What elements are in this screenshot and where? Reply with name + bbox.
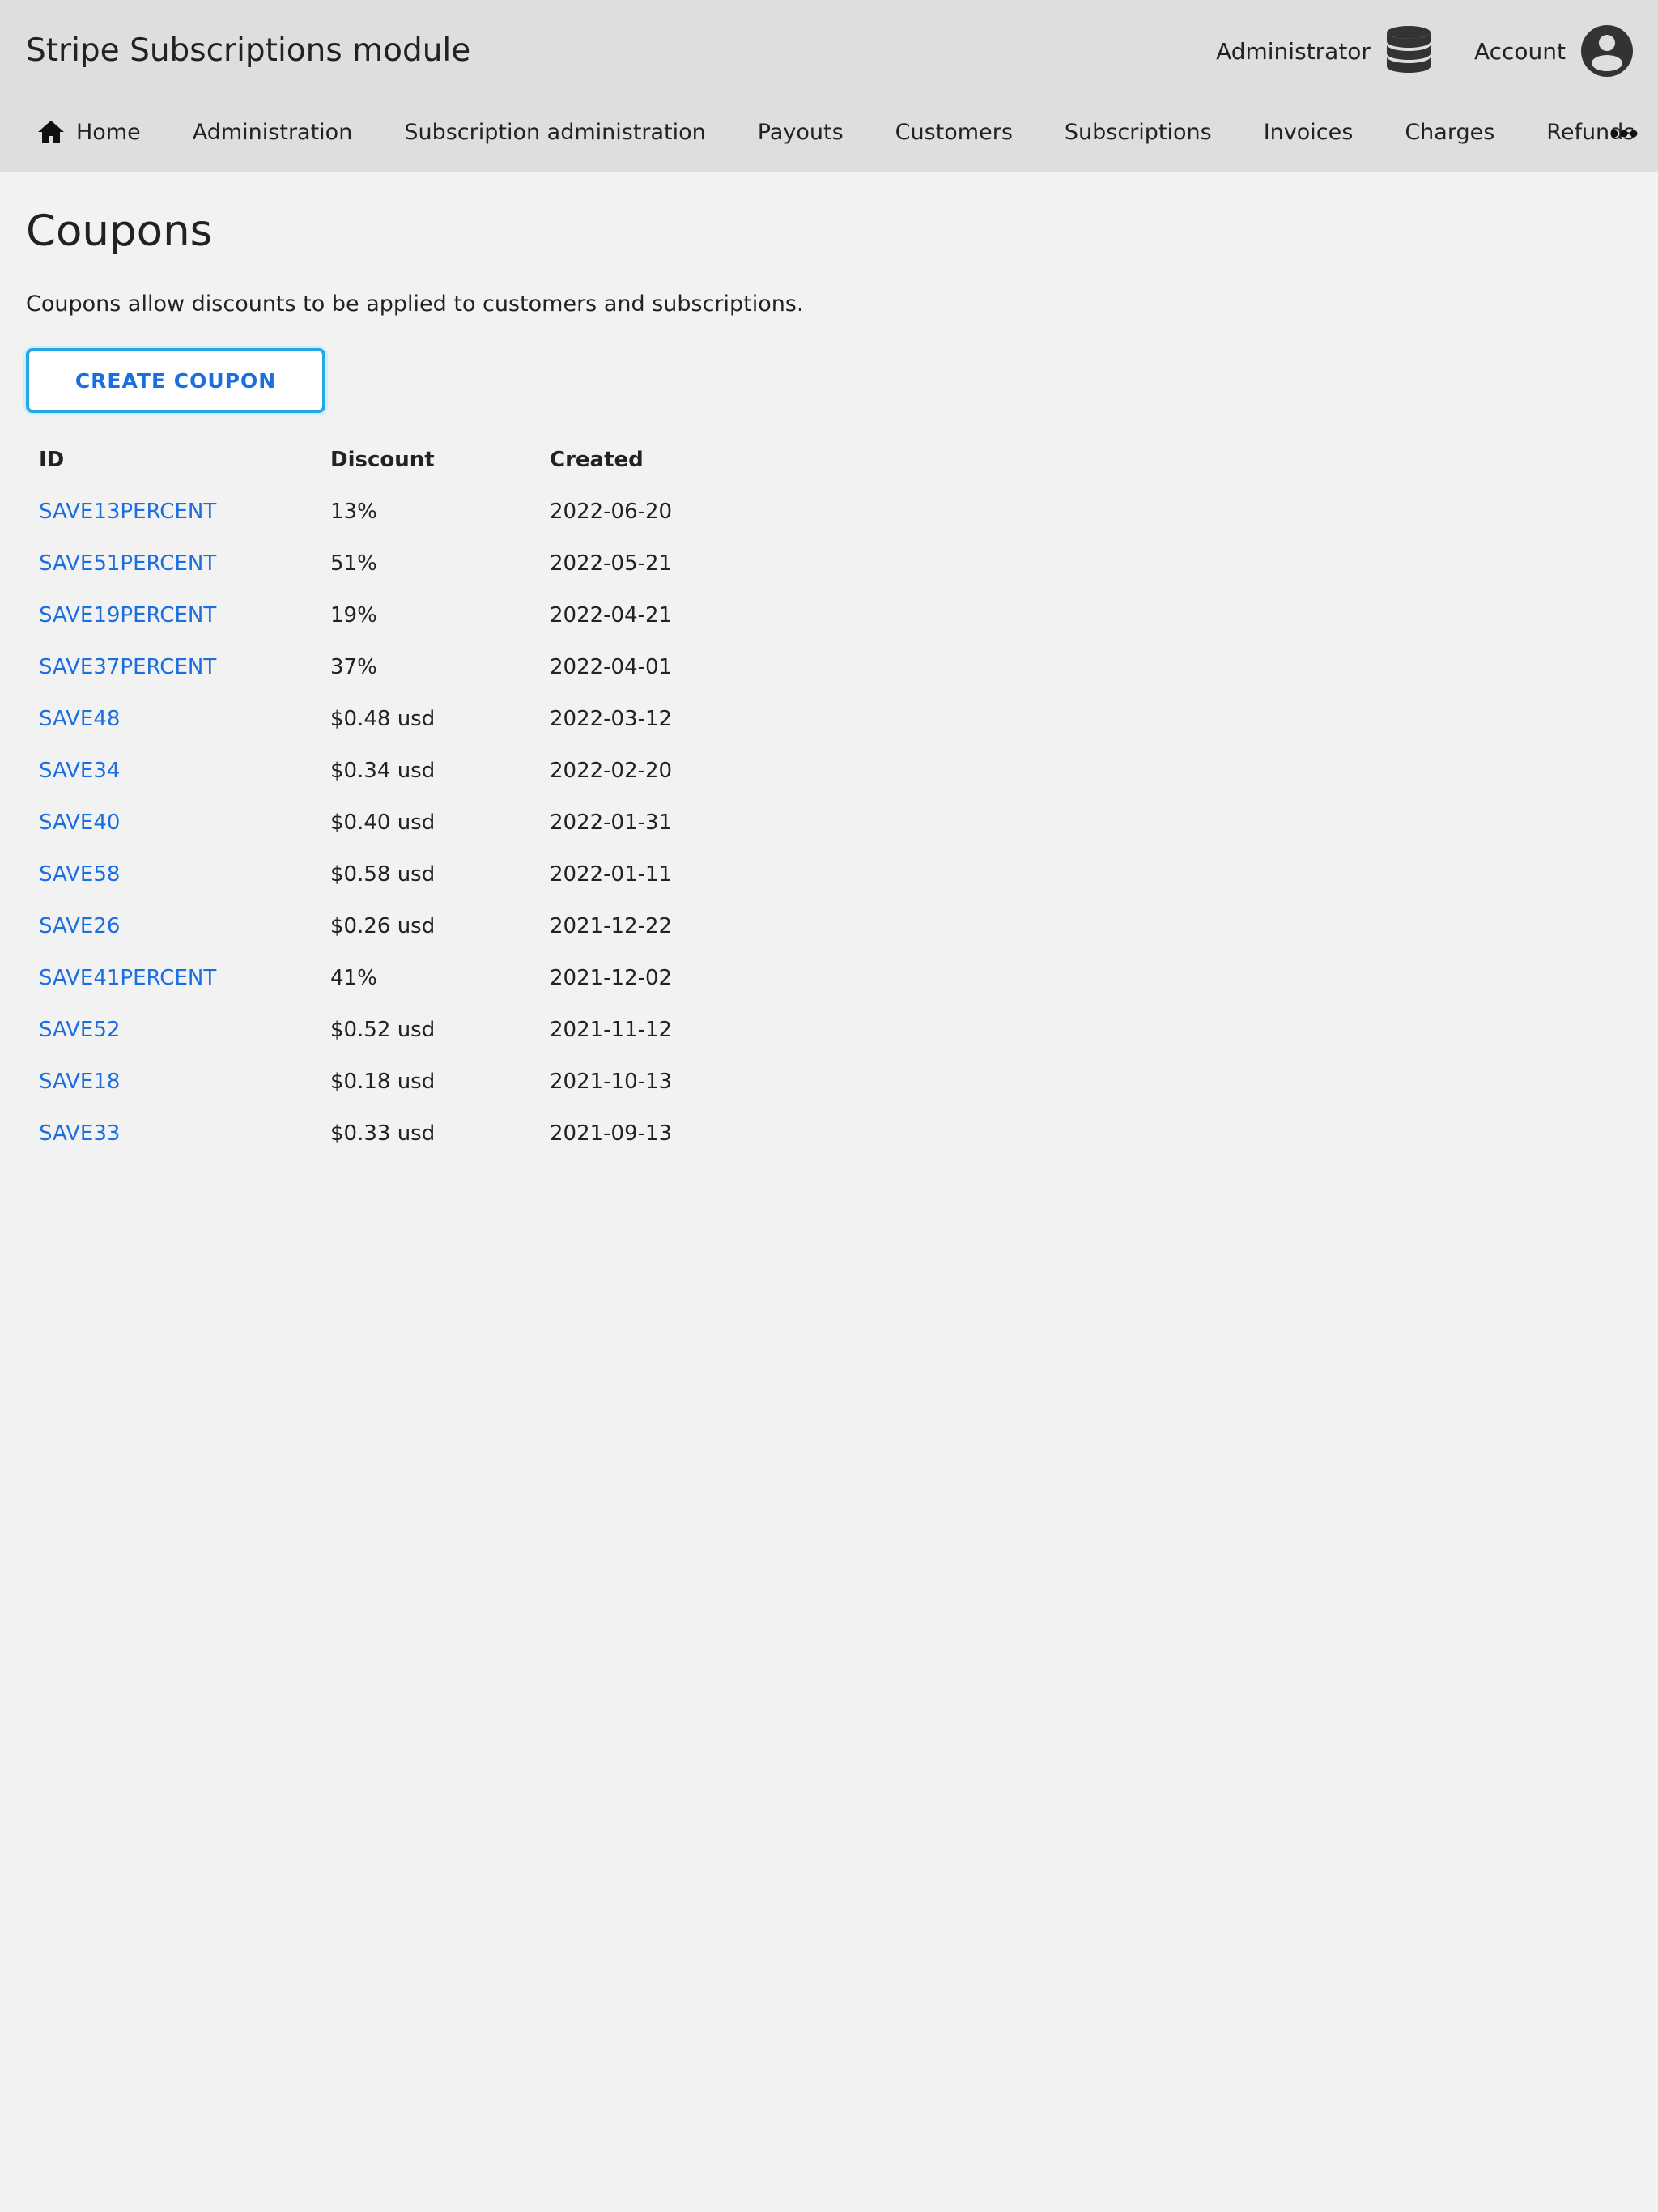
user-menu: Administrator Account [1216,23,1634,79]
coupon-id-cell: SAVE34 [26,745,317,797]
coupon-created-cell: 2021-10-13 [550,1070,673,1094]
coupon-created-cell: 2022-03-12 [550,707,673,731]
coupon-discount-cell: $0.26 usd [330,914,436,938]
column-header-id: ID [39,448,65,472]
nav-customers[interactable]: Customers [895,120,1013,145]
coupon-discount-cell: 41% [330,966,377,990]
table-row: SAVE34 $0.34 usd 2022-02-20 [26,745,725,797]
administrator-label: Administrator [1216,37,1371,65]
coupon-link[interactable]: SAVE40 [39,810,120,835]
table-row: SAVE26 $0.26 usd 2021-12-22 [26,900,725,952]
coupon-id-cell: SAVE58 [26,849,317,900]
coupon-created-cell: 2022-01-31 [550,810,673,835]
site-header: Stripe Subscriptions module Administrato… [0,0,1658,172]
coupon-link[interactable]: SAVE13PERCENT [39,500,216,524]
table-row: SAVE33 $0.33 usd 2021-09-13 [26,1108,725,1159]
table-row: SAVE37PERCENT 37% 2022-04-01 [26,641,725,693]
coupon-created-cell: 2021-11-12 [550,1018,673,1042]
page-title: Coupons [26,206,213,256]
coupon-id-cell: SAVE26 [26,900,317,952]
coupons-table-body: SAVE13PERCENT 13% 2022-06-20 SAVE51PERCENT 5… [26,486,725,1159]
nav-subscription-administration[interactable]: Subscription administration [404,120,705,145]
coupon-link[interactable]: SAVE26 [39,914,120,938]
coupon-link[interactable]: SAVE19PERCENT [39,603,216,627]
coupon-created-cell: 2022-04-21 [550,603,673,627]
table-row: SAVE40 $0.40 usd 2022-01-31 [26,797,725,849]
coupon-link[interactable]: SAVE52 [39,1018,120,1042]
coupon-created-cell: 2021-09-13 [550,1121,673,1146]
table-row: SAVE48 $0.48 usd 2022-03-12 [26,693,725,745]
main-content: Coupons Coupons allow discounts to be ap… [0,172,1658,1159]
home-icon [38,121,64,143]
coupon-id-cell: SAVE33 [26,1108,317,1159]
table-row: SAVE19PERCENT 19% 2022-04-21 [26,589,725,641]
nav-more-button[interactable] [1606,119,1642,148]
coupon-link[interactable]: SAVE41PERCENT [39,966,216,990]
coupon-id-cell: SAVE18 [26,1056,317,1108]
coupons-table: ID Discount Created SAVE13PERCENT 13% 2022… [26,434,725,1159]
table-row: SAVE13PERCENT 13% 2022-06-20 [26,486,725,538]
coupon-discount-cell: 37% [330,655,377,679]
coupon-link[interactable]: SAVE51PERCENT [39,551,216,576]
table-row: SAVE18 $0.18 usd 2021-10-13 [26,1056,725,1108]
coupon-discount-cell: $0.48 usd [330,707,436,731]
nav-administration[interactable]: Administration [193,120,353,145]
coupon-discount-cell: $0.18 usd [330,1070,436,1094]
column-header-created: Created [550,448,644,472]
coupon-discount-cell: $0.34 usd [330,759,436,783]
coupon-discount-cell: 13% [330,500,377,524]
create-coupon-button[interactable]: CREATE COUPON [26,348,325,413]
coupon-link[interactable]: SAVE18 [39,1070,120,1094]
coupon-discount-cell: $0.33 usd [330,1121,436,1146]
coupon-created-cell: 2022-04-01 [550,655,673,679]
coupon-created-cell: 2022-01-11 [550,862,673,887]
coupon-id-cell: SAVE19PERCENT [26,589,317,641]
main-nav: Home Administration Subscription adminis… [0,109,1658,155]
coupon-id-cell: SAVE37PERCENT [26,641,317,693]
table-row: SAVE51PERCENT 51% 2022-05-21 [26,538,725,589]
coupon-discount-cell: $0.52 usd [330,1018,436,1042]
administrator-link[interactable]: Administrator [1216,25,1432,77]
coupon-discount-cell: 51% [330,551,377,576]
coupon-link[interactable]: SAVE58 [39,862,120,887]
table-row: SAVE41PERCENT 41% 2021-12-02 [26,952,725,1004]
coupon-id-cell: SAVE13PERCENT [26,486,317,538]
coupon-link[interactable]: SAVE48 [39,707,120,731]
column-header-discount: Discount [330,448,435,472]
coupon-created-cell: 2022-02-20 [550,759,673,783]
nav-payouts[interactable]: Payouts [758,120,844,145]
table-header-row: ID Discount Created [26,434,725,486]
coupon-discount-cell: $0.58 usd [330,862,436,887]
coupon-discount-cell: $0.40 usd [330,810,436,835]
coupon-id-cell: SAVE51PERCENT [26,538,317,589]
coupon-id-cell: SAVE41PERCENT [26,952,317,1004]
coupon-link[interactable]: SAVE37PERCENT [39,655,216,679]
site-title[interactable]: Stripe Subscriptions module [26,31,470,71]
coupon-id-cell: SAVE48 [26,693,317,745]
account-label: Account [1473,37,1566,65]
coupon-link[interactable]: SAVE34 [39,759,120,783]
coupon-id-cell: SAVE40 [26,797,317,849]
table-row: SAVE58 $0.58 usd 2022-01-11 [26,849,725,900]
coupon-created-cell: 2021-12-22 [550,914,673,938]
nav-home[interactable]: Home [26,120,141,145]
database-icon [1386,26,1431,73]
nav-home-label: Home [76,119,141,145]
coupon-created-cell: 2022-06-20 [550,500,673,524]
coupon-created-cell: 2021-12-02 [550,966,673,990]
nav-charges[interactable]: Charges [1405,120,1494,145]
nav-invoices[interactable]: Invoices [1264,120,1354,145]
table-row: SAVE52 $0.52 usd 2021-11-12 [26,1004,725,1056]
coupon-discount-cell: 19% [330,603,377,627]
more-horizontal-icon [1610,130,1638,138]
user-circle-icon [1581,25,1633,77]
coupon-id-cell: SAVE52 [26,1004,317,1056]
coupon-link[interactable]: SAVE33 [39,1121,120,1146]
page-description: Coupons allow discounts to be applied to… [26,291,804,317]
coupon-created-cell: 2022-05-21 [550,551,673,576]
account-link[interactable]: Account [1474,24,1634,78]
nav-subscriptions[interactable]: Subscriptions [1065,120,1212,145]
